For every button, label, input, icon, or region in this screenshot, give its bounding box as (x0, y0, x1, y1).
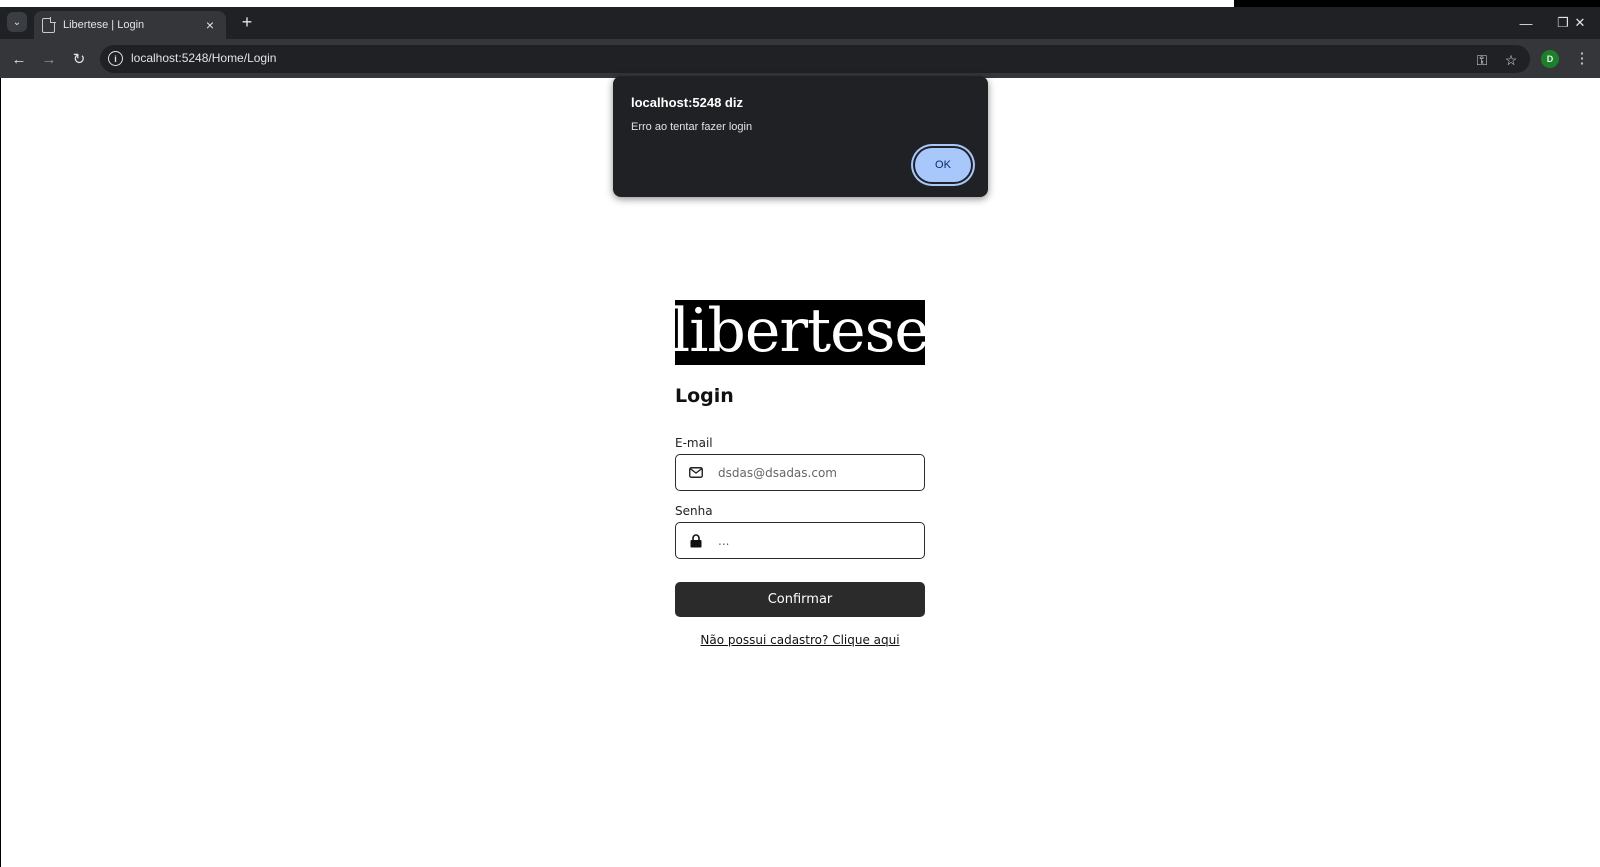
browser-toolbar: ← → ↻ i localhost:5248/Home/Login ⚿ ☆ D … (0, 39, 1600, 78)
back-button[interactable]: ← (7, 47, 31, 71)
alert-dialog: localhost:5248 diz Erro ao tentar fazer … (613, 76, 988, 197)
envelope-icon (688, 465, 704, 481)
tab-libertese-login[interactable]: Libertese | Login × (34, 11, 226, 39)
dialog-title: localhost:5248 diz (631, 95, 743, 110)
top-strip (0, 0, 1600, 7)
email-input[interactable] (718, 465, 908, 480)
email-label: E-mail (675, 436, 713, 450)
password-label: Senha (675, 504, 713, 518)
site-info-icon[interactable]: i (108, 51, 123, 66)
confirm-button[interactable]: Confirmar (675, 582, 925, 617)
new-tab-button[interactable]: + (236, 11, 258, 33)
dialog-ok-button[interactable]: OK (915, 148, 971, 182)
signup-link[interactable]: Não possui cadastro? Clique aqui (675, 633, 925, 647)
password-input[interactable] (718, 533, 908, 548)
lock-icon (688, 533, 704, 549)
password-field[interactable] (675, 522, 925, 559)
forward-button[interactable]: → (37, 47, 61, 71)
tab-search-button[interactable]: ⌄ (7, 12, 27, 32)
libertese-logo: libertese (671, 295, 930, 366)
tab-bar: ⌄ Libertese | Login × + — ❐ ✕ (0, 7, 1600, 39)
top-strip-light (0, 0, 1234, 7)
tab-title: Libertese | Login (63, 19, 145, 31)
password-key-icon[interactable]: ⚿ (1473, 51, 1491, 69)
address-url[interactable]: localhost:5248/Home/Login (131, 51, 276, 65)
email-field[interactable] (675, 454, 925, 491)
dialog-message: Erro ao tentar fazer login (631, 121, 753, 133)
reload-button[interactable]: ↻ (67, 47, 91, 71)
page-favicon-icon (42, 16, 56, 33)
browser-menu-icon[interactable]: ⋮ (1574, 47, 1590, 69)
bookmark-star-icon[interactable]: ☆ (1502, 51, 1520, 69)
login-heading: Login (675, 385, 734, 407)
profile-avatar[interactable]: D (1541, 50, 1559, 68)
tab-close-icon[interactable]: × (202, 17, 218, 33)
minimize-button[interactable]: — (1508, 11, 1544, 35)
address-bar[interactable]: i localhost:5248/Home/Login ⚿ ☆ (100, 45, 1530, 73)
close-window-button[interactable]: ✕ (1562, 11, 1598, 35)
